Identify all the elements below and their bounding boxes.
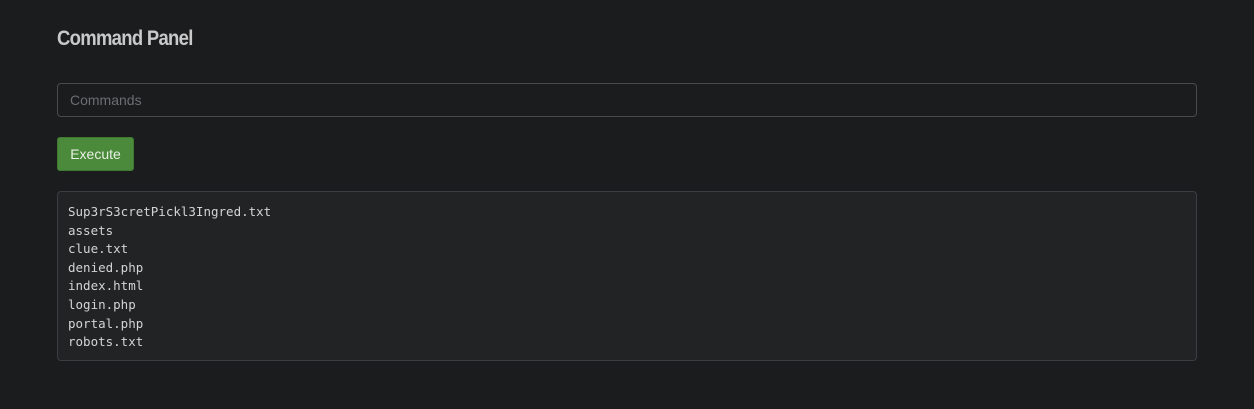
page-title: Command Panel [57, 27, 193, 50]
output-line: denied.php [68, 259, 144, 275]
output-line: login.php [68, 296, 136, 312]
output-line: assets [68, 222, 114, 238]
command-output: Sup3rS3cretPickl3Ingred.txt assets clue.tx… [57, 191, 1197, 361]
output-line: Sup3rS3cretPickl3Ingred.txt [68, 204, 272, 219]
execute-button[interactable]: Execute [57, 137, 134, 171]
command-input[interactable] [57, 83, 1197, 117]
output-line: portal.php [68, 315, 144, 331]
output-line: robots.txt [68, 334, 144, 350]
output-line: index.html [68, 278, 144, 294]
output-line: clue.txt [68, 241, 129, 257]
